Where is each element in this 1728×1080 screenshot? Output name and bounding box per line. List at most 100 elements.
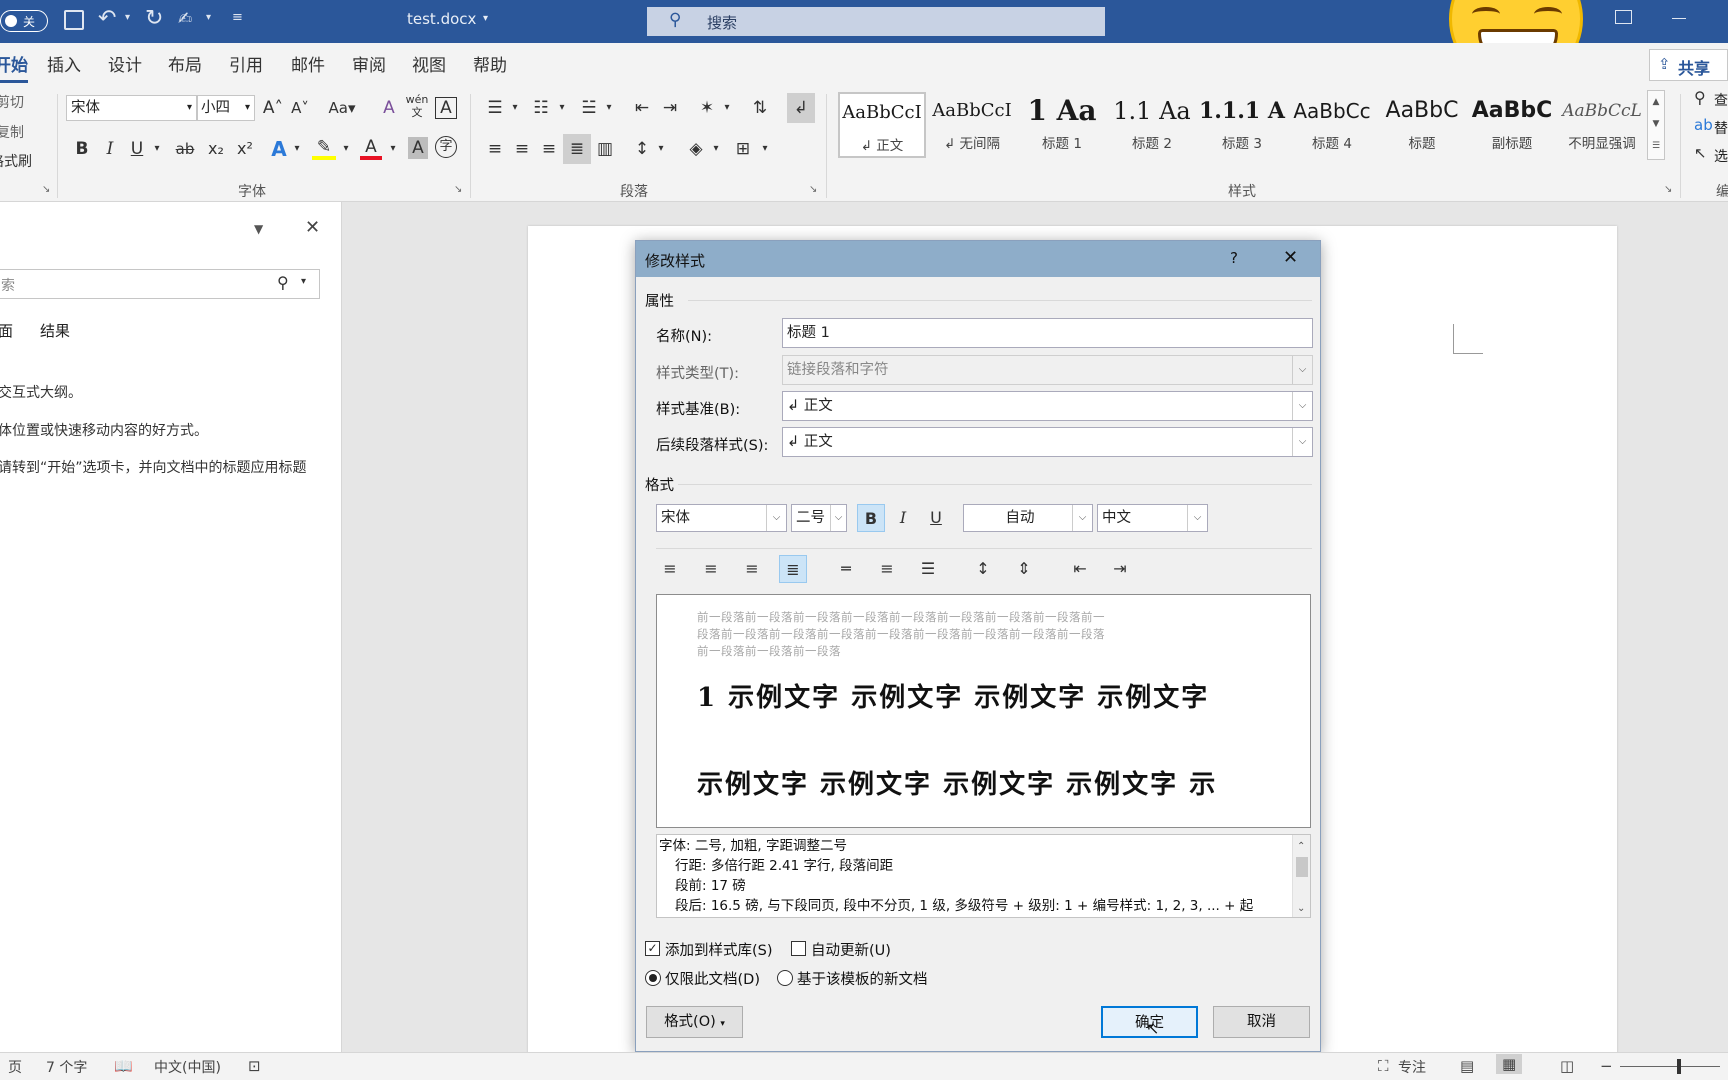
- description-scrollbar[interactable]: ⌃ ⌄: [1292, 835, 1310, 917]
- auto-update-option[interactable]: 自动更新(U): [791, 939, 901, 959]
- only-this-document-option[interactable]: 仅限此文档(D): [645, 968, 770, 988]
- ribbon-display-icon[interactable]: [1615, 10, 1632, 24]
- strikethrough-icon[interactable]: ab: [172, 136, 198, 162]
- styles-scroll-up-icon[interactable]: ▲: [1648, 91, 1664, 113]
- dialog-increase-indent-icon[interactable]: ⇥: [1106, 555, 1134, 583]
- style-item-subtle-emphasis[interactable]: AaBbCcL 不明显强调: [1558, 92, 1646, 158]
- decrease-indent-icon[interactable]: ⇤: [630, 95, 654, 121]
- zoom-slider-track[interactable]: [1620, 1066, 1720, 1067]
- style-item-heading-2[interactable]: 1.1 Aa 标题 2: [1108, 92, 1196, 158]
- find-button[interactable]: 查: [1714, 90, 1728, 110]
- only-this-document-radio[interactable]: [645, 970, 661, 986]
- highlight-icon[interactable]: ✎: [312, 134, 336, 160]
- dialog-decrease-indent-icon[interactable]: ⇤: [1066, 555, 1094, 583]
- clipboard-launcher-icon[interactable]: ↘: [42, 184, 50, 195]
- style-item-heading-4[interactable]: AaBbCc 标题 4: [1288, 92, 1376, 158]
- style-item-subtitle[interactable]: AaBbC 副标题: [1468, 92, 1556, 158]
- chevron-down-icon[interactable]: ⌄: [1297, 899, 1305, 917]
- scroll-thumb[interactable]: [1296, 857, 1308, 877]
- numbering-icon[interactable]: ☷: [529, 95, 553, 121]
- add-to-gallery-checkbox[interactable]: ✓: [645, 941, 660, 956]
- language-indicator[interactable]: 中文(中国): [154, 1057, 221, 1077]
- dialog-underline-button[interactable]: U: [922, 504, 950, 532]
- format-menu-button[interactable]: 格式(O) ▾: [646, 1006, 743, 1038]
- save-icon[interactable]: [64, 10, 84, 30]
- cancel-button[interactable]: 取消: [1213, 1006, 1310, 1038]
- underline-dropdown-icon[interactable]: ▾: [152, 136, 162, 162]
- read-mode-icon[interactable]: ▤: [1460, 1057, 1474, 1075]
- styles-launcher-icon[interactable]: ↘: [1664, 184, 1672, 195]
- superscript-icon[interactable]: x²: [234, 136, 256, 162]
- shading-icon[interactable]: ◈: [684, 136, 708, 162]
- tab-help[interactable]: 帮助: [473, 51, 507, 76]
- tab-view[interactable]: 视图: [412, 51, 446, 76]
- tab-mailings[interactable]: 邮件: [291, 51, 325, 76]
- new-documents-radio[interactable]: [777, 970, 793, 986]
- replace-icon[interactable]: ab: [1694, 116, 1713, 134]
- dialog-script-select[interactable]: 中文 ⌵: [1097, 504, 1208, 532]
- multilevel-list-icon[interactable]: ☱: [577, 95, 601, 121]
- style-item-no-spacing[interactable]: AaBbCcI ↲ 无间隔: [928, 92, 1016, 158]
- phonetic-guide-icon[interactable]: wén 文: [405, 93, 429, 119]
- dialog-align-right-icon[interactable]: ≡: [738, 555, 766, 583]
- undo-dropdown-icon[interactable]: ▾: [125, 12, 130, 23]
- increase-indent-icon[interactable]: ⇥: [658, 95, 682, 121]
- style-item-heading-1[interactable]: 1 Aa 标题 1: [1018, 92, 1106, 158]
- numbering-dropdown-icon[interactable]: ▾: [557, 95, 567, 121]
- chevron-down-icon[interactable]: ▾: [301, 276, 306, 287]
- font-size-select[interactable]: 小四 ▾: [197, 95, 255, 121]
- font-name-select[interactable]: 宋体 ▾: [66, 95, 197, 121]
- dialog-double-spacing-icon[interactable]: ☰: [914, 555, 942, 583]
- character-border-icon[interactable]: A: [435, 97, 457, 119]
- bullets-icon[interactable]: ☰: [483, 95, 507, 121]
- style-name-field[interactable]: 标题 1: [782, 318, 1313, 348]
- dialog-align-left-icon[interactable]: ≡: [656, 555, 684, 583]
- underline-icon[interactable]: U: [127, 136, 147, 162]
- touch-dropdown-icon[interactable]: ▾: [206, 12, 211, 23]
- dialog-color-select[interactable]: 自动 ⌵: [963, 504, 1093, 532]
- italic-icon[interactable]: I: [100, 136, 120, 162]
- subscript-icon[interactable]: x₂: [205, 136, 227, 162]
- style-item-heading-3[interactable]: 1.1.1 A 标题 3: [1198, 92, 1286, 158]
- tab-insert[interactable]: 插入: [47, 51, 81, 76]
- proofing-icon[interactable]: 📖: [114, 1057, 133, 1075]
- dialog-space-after-icon[interactable]: ⇕: [1010, 555, 1038, 583]
- borders-icon[interactable]: ⊞: [731, 136, 755, 162]
- dialog-italic-button[interactable]: I: [889, 504, 917, 532]
- dialog-space-before-icon[interactable]: ↕: [969, 555, 997, 583]
- focus-icon[interactable]: ⛶: [1378, 1057, 1389, 1075]
- paragraph-launcher-icon[interactable]: ↘: [809, 184, 817, 195]
- search-box[interactable]: ⚲ 搜索: [647, 7, 1105, 36]
- sort-icon[interactable]: ⇅: [748, 95, 772, 121]
- close-icon[interactable]: ✕: [305, 217, 320, 238]
- accessibility-icon[interactable]: ⊡: [248, 1057, 261, 1075]
- show-marks-icon[interactable]: ↲: [787, 93, 815, 123]
- dialog-size-select[interactable]: 二号 ⌵: [791, 504, 847, 532]
- styles-scroll-down-icon[interactable]: ▼: [1648, 113, 1664, 135]
- bullets-dropdown-icon[interactable]: ▾: [510, 95, 520, 121]
- distributed-icon[interactable]: ▥: [593, 136, 617, 162]
- dialog-bold-button[interactable]: B: [857, 504, 885, 532]
- style-item-normal[interactable]: AaBbCcI ↲ 正文: [838, 92, 926, 158]
- align-center-icon[interactable]: ≡: [510, 136, 534, 162]
- shading-dropdown-icon[interactable]: ▾: [711, 136, 721, 162]
- dialog-single-spacing-icon[interactable]: ═: [832, 555, 860, 583]
- bold-icon[interactable]: B: [72, 136, 92, 162]
- replace-button[interactable]: 替: [1714, 118, 1728, 138]
- find-icon[interactable]: ⚲: [1694, 88, 1706, 107]
- tab-review[interactable]: 审阅: [352, 51, 386, 76]
- tab-home[interactable]: 开始: [0, 51, 28, 83]
- tab-layout[interactable]: 布局: [168, 51, 202, 76]
- tab-results[interactable]: 结果: [40, 320, 70, 341]
- enclose-character-icon[interactable]: 字: [435, 136, 457, 158]
- copy-button[interactable]: 复制: [0, 122, 24, 142]
- web-layout-icon[interactable]: ◫: [1560, 1057, 1574, 1075]
- font-color-dropdown-icon[interactable]: ▾: [388, 136, 398, 162]
- chevron-up-icon[interactable]: ⌃: [1297, 837, 1305, 857]
- line-spacing-icon[interactable]: ↕: [630, 136, 654, 162]
- character-shading-icon[interactable]: A: [408, 137, 428, 159]
- align-right-icon[interactable]: ≡: [537, 136, 561, 162]
- chinese-layout-dropdown-icon[interactable]: ▾: [722, 95, 732, 121]
- line-spacing-dropdown-icon[interactable]: ▾: [656, 136, 666, 162]
- touch-mode-icon[interactable]: ✍: [178, 9, 192, 29]
